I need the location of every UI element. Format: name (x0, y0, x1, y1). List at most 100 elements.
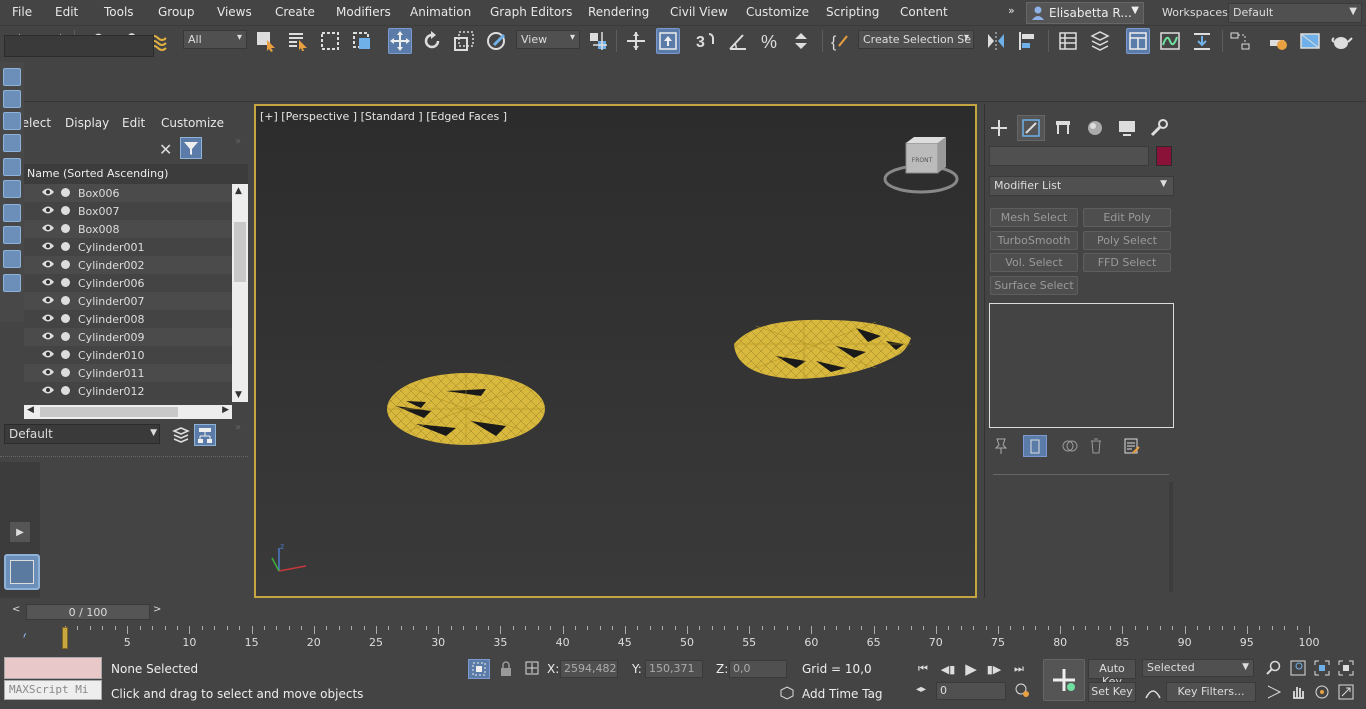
time-tag-button[interactable] (780, 686, 794, 700)
named-selection-dropdown[interactable]: Create Selection Se (858, 30, 974, 49)
freeze-dot-icon[interactable] (61, 368, 70, 377)
list-item[interactable]: Box008 (24, 220, 232, 238)
freeze-dot-icon[interactable] (61, 314, 70, 323)
expand-panel-button[interactable]: ▶ (10, 522, 30, 542)
tab-hierarchy[interactable] (1049, 115, 1077, 141)
shapes-filter-icon[interactable] (3, 90, 21, 108)
eye-icon[interactable] (42, 349, 54, 359)
scroll-down-icon[interactable]: ▼ (235, 390, 242, 400)
freeze-dot-icon[interactable] (61, 332, 70, 341)
scroll-thumb[interactable] (234, 222, 246, 282)
key-filters-button[interactable]: Key Filters... (1166, 682, 1256, 702)
perspective-viewport[interactable]: [+] [Perspective ] [Standard ] [Edged Fa… (254, 104, 977, 598)
tab-create[interactable] (985, 115, 1013, 141)
list-item[interactable]: Cylinder001 (24, 238, 232, 256)
helpers-filter-icon[interactable] (3, 158, 21, 176)
align-button[interactable] (1016, 28, 1040, 54)
expand-icon[interactable]: » (235, 136, 241, 147)
viewport-layout-button[interactable] (4, 554, 40, 590)
edit-named-selection-button[interactable]: { (828, 28, 852, 54)
surface-select-button[interactable]: Surface Select (990, 276, 1078, 295)
disc-mesh-left[interactable] (387, 373, 545, 445)
panel-scrollbar[interactable] (1169, 482, 1173, 592)
snaps-toggle-button[interactable]: 3 (694, 28, 718, 54)
disc-mesh-right[interactable] (734, 319, 911, 379)
list-item[interactable]: Box007 (24, 202, 232, 220)
hierarchy-button[interactable] (194, 424, 216, 446)
freeze-dot-icon[interactable] (61, 188, 70, 197)
vol-select-button[interactable]: Vol. Select (990, 253, 1078, 272)
timeline-ruler[interactable]: 0510152025303540455055606570758085909510… (26, 626, 1366, 650)
menu-group[interactable]: Group (158, 5, 195, 19)
freeze-dot-icon[interactable] (61, 224, 70, 233)
layer-dropdown[interactable]: Default ▼ (4, 424, 160, 444)
eye-icon[interactable] (42, 205, 54, 215)
modifier-list-dropdown[interactable]: Modifier List ▼ (989, 176, 1174, 196)
time-slider-handle[interactable] (62, 627, 68, 649)
goto-end-button[interactable]: ⏭ (1008, 658, 1030, 680)
cameras-filter-icon[interactable] (3, 134, 21, 152)
x-coordinate-field[interactable]: 2594,482 (560, 660, 618, 678)
freeze-dot-icon[interactable] (61, 296, 70, 305)
scene-search-input[interactable] (4, 35, 154, 57)
menu-content[interactable]: Content (900, 5, 948, 19)
dope-sheet-button[interactable] (1190, 28, 1214, 54)
scene-tab-customize[interactable]: Customize (161, 116, 224, 130)
menu-overflow-icon[interactable]: » (1008, 4, 1015, 17)
z-coordinate-field[interactable]: 0,0 (729, 660, 787, 678)
timeslider-next-icon[interactable]: > (153, 604, 161, 615)
scene-list-vertical-scrollbar[interactable]: ▲ ▼ (232, 184, 248, 402)
workspaces-select[interactable]: Default ▼ (1228, 3, 1362, 23)
zoom-button[interactable] (1266, 660, 1282, 676)
xrefs-filter-icon[interactable] (3, 226, 21, 244)
pan-view-button[interactable] (1290, 684, 1306, 700)
select-and-scale-button[interactable] (452, 28, 476, 54)
maxscript-listener-output[interactable] (4, 657, 102, 679)
field-of-view-button[interactable] (1266, 684, 1282, 700)
zoom-all-button[interactable] (1290, 660, 1306, 676)
hscroll-thumb[interactable] (40, 407, 178, 417)
pin-stack-button[interactable] (993, 437, 1009, 455)
rectangular-selection-button[interactable] (318, 28, 342, 54)
selection-lock-button[interactable] (498, 660, 514, 678)
layer-stack-button[interactable] (172, 426, 190, 444)
eye-icon[interactable] (42, 241, 54, 251)
edit-poly-button[interactable]: Edit Poly (1083, 208, 1171, 227)
next-frame-button[interactable]: ▮▶ (983, 658, 1005, 680)
clear-search-icon[interactable]: ✕ (159, 140, 172, 159)
turbosmooth-button[interactable]: TurboSmooth (990, 231, 1078, 250)
tab-modify[interactable] (1017, 115, 1045, 141)
eye-icon[interactable] (42, 295, 54, 305)
goto-start-button[interactable]: ⏮ (912, 658, 934, 680)
tab-display[interactable] (1113, 115, 1141, 141)
eye-icon[interactable] (42, 223, 54, 233)
menu-create[interactable]: Create (275, 5, 315, 19)
scroll-right-icon[interactable]: ▶ (222, 405, 229, 415)
containers-filter-icon[interactable] (3, 274, 21, 292)
list-item[interactable]: Cylinder012 (24, 382, 232, 400)
angle-snap-button[interactable] (726, 28, 750, 54)
menu-customize[interactable]: Customize (746, 5, 809, 19)
mesh-select-button[interactable]: Mesh Select (990, 208, 1078, 227)
remove-modifier-button[interactable] (1087, 437, 1105, 455)
menu-file[interactable]: File (12, 5, 32, 19)
zoom-extents-button[interactable] (1314, 660, 1330, 676)
reference-coordinate-dropdown[interactable]: View (516, 30, 580, 49)
geometry-filter-icon[interactable] (3, 68, 21, 86)
curve-editor-button[interactable] (1158, 28, 1182, 54)
set-keys-button[interactable] (1043, 659, 1085, 701)
eye-icon[interactable] (42, 187, 54, 197)
user-account-dropdown[interactable]: Elisabetta R... ▼ (1026, 2, 1144, 24)
make-unique-button[interactable] (1061, 437, 1079, 455)
spacewarps-filter-icon[interactable] (3, 180, 21, 198)
tab-motion[interactable] (1081, 115, 1109, 141)
keyboard-shortcut-override-button[interactable] (656, 28, 680, 54)
list-item[interactable]: Cylinder008 (24, 310, 232, 328)
menu-tools[interactable]: Tools (104, 5, 134, 19)
column-header-name[interactable]: Name (Sorted Ascending) (24, 164, 248, 184)
filter-button[interactable] (180, 137, 202, 159)
eye-icon[interactable] (42, 313, 54, 323)
eye-icon[interactable] (42, 385, 54, 395)
mirror-button[interactable] (984, 28, 1008, 54)
configure-modifier-sets-button[interactable] (1123, 437, 1141, 455)
